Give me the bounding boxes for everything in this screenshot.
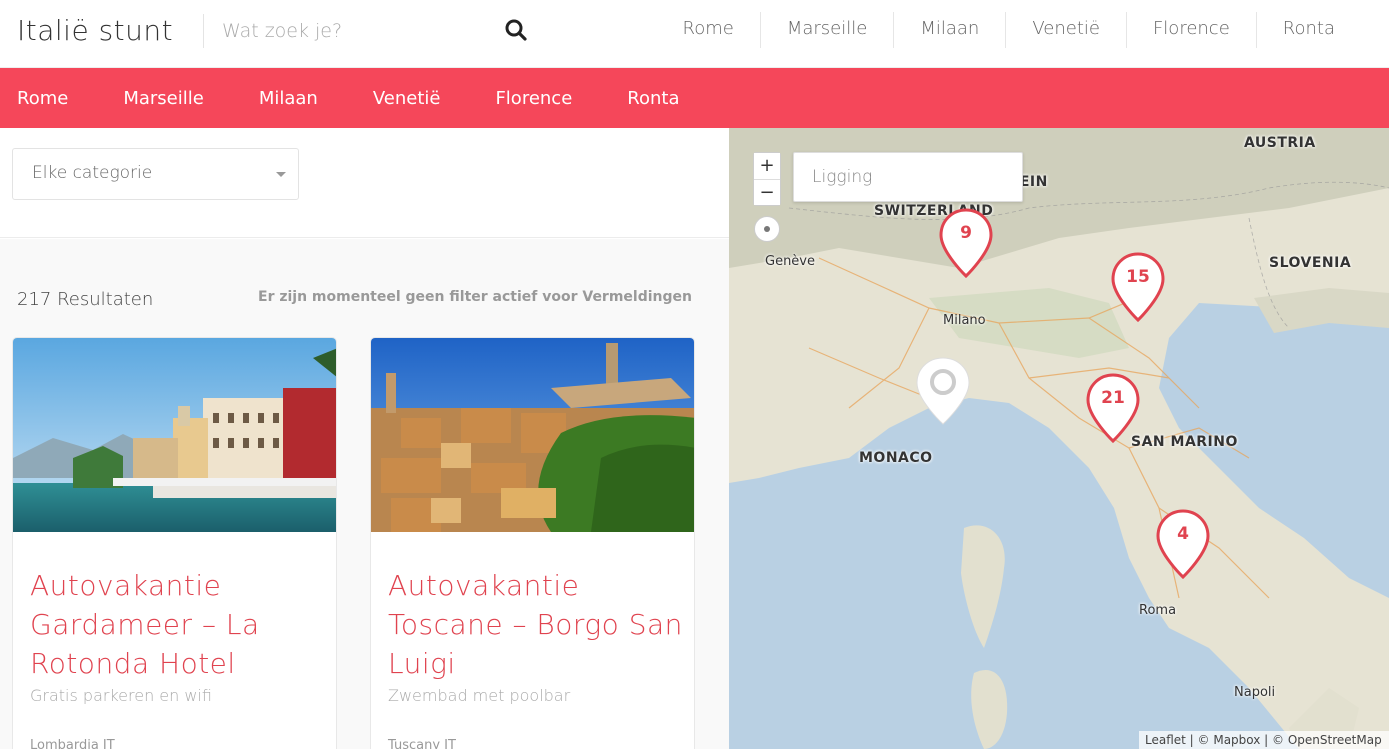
map[interactable]: AUSTRIA SWITZERLAND NSTEIN SLOVENIA MONA…: [729, 128, 1389, 749]
map-marker-icon: [939, 208, 993, 278]
city-label-napoli: Napoli: [1234, 685, 1276, 700]
main-nav-milaan[interactable]: Milaan: [259, 88, 318, 109]
location-pin-icon[interactable]: [915, 356, 971, 426]
city-label-geneve: Genève: [765, 254, 816, 269]
search-input[interactable]: [222, 14, 492, 48]
map-attribution[interactable]: Leaflet | © Mapbox | © OpenStreetMap: [1139, 731, 1389, 749]
main-nav-rome[interactable]: Rome: [17, 88, 68, 109]
top-nav: Rome Marseille Milaan Venetië Florence R…: [657, 12, 1362, 48]
map-marker-icon: [1111, 252, 1165, 322]
main-nav-florence[interactable]: Florence: [495, 88, 572, 109]
listing-subtitle: Zwembad met poolbar: [388, 686, 571, 705]
results-count: 217 Resultaten: [17, 289, 154, 310]
category-select[interactable]: Elke categorie: [12, 148, 299, 200]
listings-panel: Elke categorie 217 Resultaten Er zijn mo…: [0, 128, 729, 749]
cluster-count: 4: [1177, 524, 1189, 544]
locate-me-button[interactable]: [754, 216, 780, 242]
top-header: Italië stunt Rome Marseille Milaan Venet…: [0, 0, 1389, 68]
top-nav-marseille[interactable]: Marseille: [759, 12, 894, 48]
listing-location: Lombardia IT: [30, 738, 115, 749]
main-nav-venetie[interactable]: Venetië: [373, 88, 441, 109]
listing-card[interactable]: Autovakantie Toscane – Borgo San Luigi Z…: [370, 337, 695, 749]
city-label-roma: Roma: [1139, 603, 1177, 618]
filter-status-note: Er zijn momenteel geen filter actief voo…: [258, 289, 692, 305]
map-label-monaco: MONACO: [859, 450, 933, 466]
divider: [203, 14, 204, 48]
cluster-marker[interactable]: 15: [1111, 252, 1165, 322]
site-logo[interactable]: Italië stunt: [17, 14, 173, 47]
cluster-marker[interactable]: 9: [939, 208, 993, 278]
main-nav: Rome Marseille Milaan Venetië Florence R…: [0, 68, 1389, 128]
top-nav-ronta[interactable]: Ronta: [1255, 12, 1361, 48]
map-tiles: [729, 128, 1389, 749]
listing-card[interactable]: Autovakantie Gardameer – La Rotonda Hote…: [12, 337, 337, 749]
map-marker-icon: [1086, 373, 1140, 443]
zoom-in-button[interactable]: +: [754, 153, 780, 179]
location-input[interactable]: [793, 152, 1023, 202]
map-marker-icon: [1156, 509, 1210, 579]
filter-bar: Elke categorie: [0, 128, 729, 238]
zoom-control: + −: [753, 152, 781, 206]
zoom-out-button[interactable]: −: [754, 179, 780, 205]
cluster-count: 21: [1101, 388, 1125, 408]
caret-down-icon: [276, 172, 286, 177]
listing-title[interactable]: Autovakantie Toscane – Borgo San Luigi: [388, 566, 683, 683]
results-area: 217 Resultaten Er zijn momenteel geen fi…: [0, 239, 729, 749]
top-nav-florence[interactable]: Florence: [1125, 12, 1256, 48]
listing-title[interactable]: Autovakantie Gardameer – La Rotonda Hote…: [30, 566, 325, 683]
search-icon: [505, 19, 527, 41]
search-button[interactable]: [500, 16, 532, 46]
listing-image-tuscan-town: [371, 338, 694, 532]
category-select-value: Elke categorie: [32, 163, 153, 183]
cluster-marker[interactable]: 21: [1086, 373, 1140, 443]
cluster-marker[interactable]: 4: [1156, 509, 1210, 579]
cluster-count: 9: [960, 223, 972, 243]
listing-subtitle: Gratis parkeren en wifi: [30, 686, 212, 705]
main-nav-marseille[interactable]: Marseille: [123, 88, 204, 109]
map-label-austria: AUSTRIA: [1244, 135, 1316, 151]
map-label-san-marino: SAN MARINO: [1131, 434, 1238, 450]
top-nav-venetie[interactable]: Venetië: [1005, 12, 1126, 48]
listing-image-lake-hotel: [13, 338, 336, 532]
cluster-count: 15: [1126, 267, 1150, 287]
top-nav-rome[interactable]: Rome: [657, 12, 760, 48]
map-label-slovenia: SLOVENIA: [1269, 255, 1352, 271]
main-nav-ronta[interactable]: Ronta: [627, 88, 679, 109]
city-label-milano: Milano: [943, 313, 986, 328]
top-nav-milaan[interactable]: Milaan: [893, 12, 1005, 48]
listing-location: Tuscany IT: [388, 738, 456, 749]
